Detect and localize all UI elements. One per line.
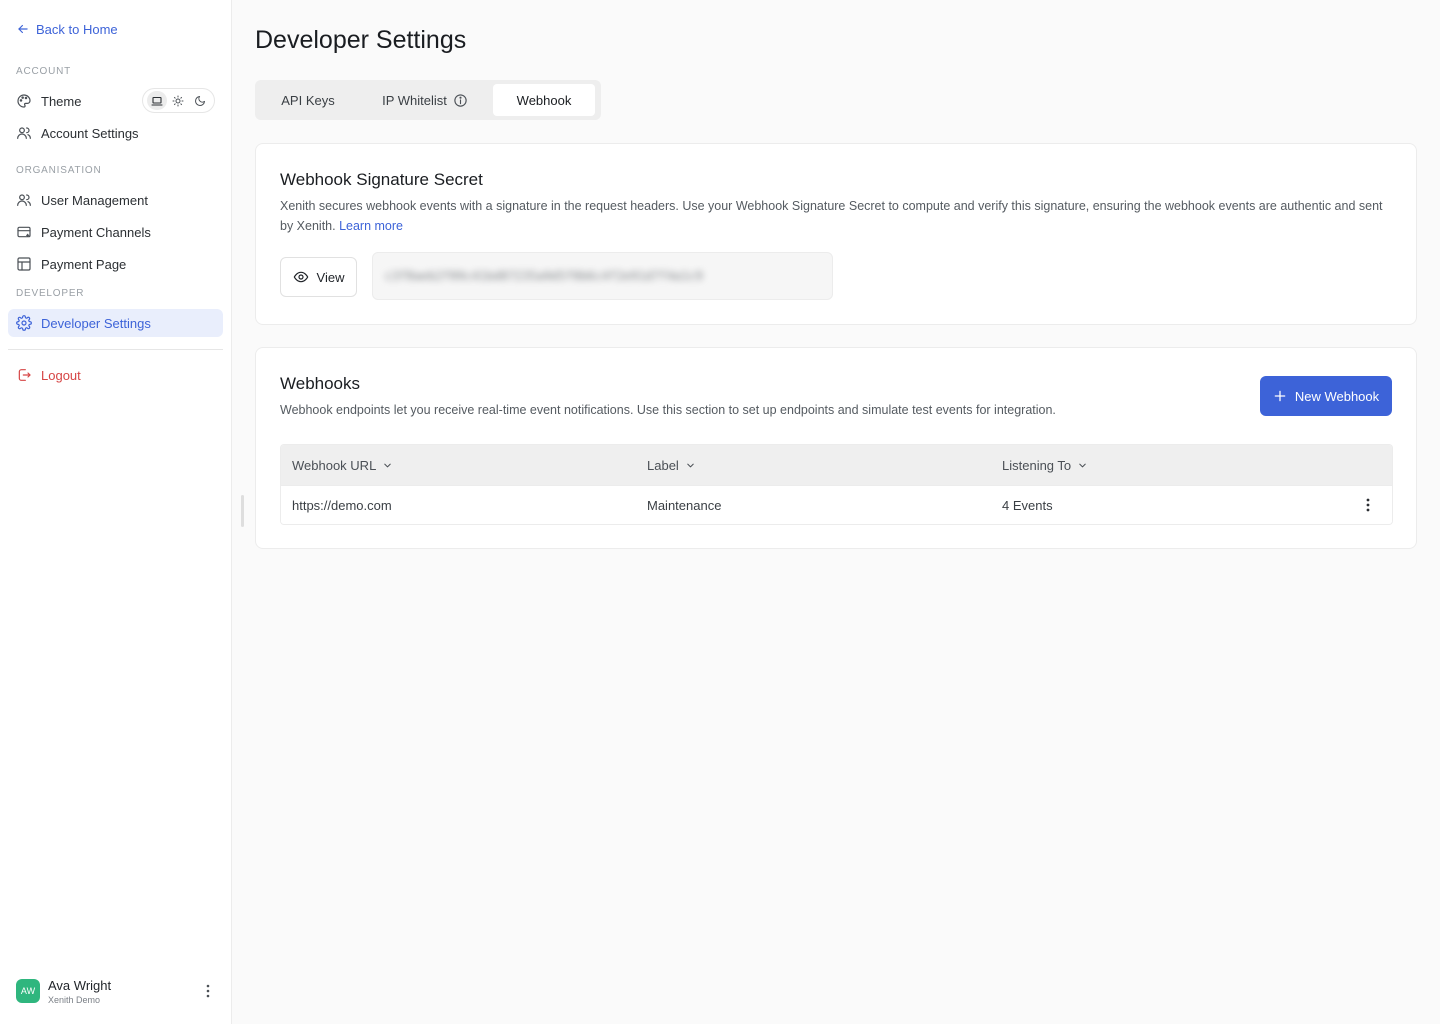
tab-webhook[interactable]: Webhook bbox=[493, 84, 595, 116]
webhooks-table: Webhook URL Label Listening To https://d… bbox=[280, 444, 1393, 525]
section-title-developer: DEVELOPER bbox=[16, 288, 85, 299]
description-text: Xenith secures webhook events with a sig… bbox=[280, 199, 1383, 233]
column-label: Listening To bbox=[1002, 457, 1072, 473]
user-org: Xenith Demo bbox=[48, 994, 101, 1005]
users-icon bbox=[17, 194, 31, 206]
row-menu-button[interactable] bbox=[1360, 497, 1376, 513]
column-header-label[interactable]: Label bbox=[636, 458, 991, 473]
gear-icon bbox=[16, 315, 32, 331]
tab-api-keys[interactable]: API Keys bbox=[259, 84, 357, 116]
sidebar-item-payment-channels[interactable]: Payment Channels bbox=[8, 218, 223, 246]
more-vertical-icon bbox=[206, 984, 210, 998]
laptop-icon bbox=[151, 96, 163, 106]
tab-ip-whitelist[interactable]: IP Whitelist bbox=[357, 84, 493, 116]
view-label: View bbox=[316, 269, 345, 285]
sidebar-item-account-settings[interactable]: Account Settings bbox=[8, 119, 223, 147]
tab-label: Webhook bbox=[516, 92, 572, 108]
column-header-webhook-url[interactable]: Webhook URL bbox=[281, 458, 636, 473]
sidebar-item-user-management[interactable]: User Management bbox=[8, 186, 223, 214]
sidebar-item-label: Payment Page bbox=[41, 256, 127, 272]
learn-more-link[interactable]: Learn more bbox=[339, 219, 403, 233]
theme-option-system[interactable] bbox=[146, 91, 167, 110]
arrow-left-icon bbox=[18, 24, 28, 34]
user-name: Ava Wright bbox=[48, 977, 112, 993]
sidebar-item-logout[interactable]: Logout bbox=[8, 361, 223, 389]
more-vertical-icon bbox=[1366, 498, 1370, 512]
chevron-down-icon bbox=[1079, 463, 1086, 467]
secret-masked-value: c3f8aeb2f09c41bd87235a9d5f0b6c4f2e91d7f4… bbox=[385, 269, 703, 283]
cell-listening-to: 4 Events bbox=[1002, 497, 1053, 513]
chevron-down-icon bbox=[687, 463, 694, 467]
theme-switch bbox=[142, 88, 215, 113]
theme-option-light[interactable] bbox=[168, 91, 188, 110]
signature-secret-description: Xenith secures webhook events with a sig… bbox=[280, 196, 1390, 236]
signature-secret-card: Webhook Signature Secret Xenith secures … bbox=[255, 143, 1417, 325]
webhooks-card: Webhooks Webhook endpoints let you recei… bbox=[255, 347, 1417, 549]
new-webhook-label: New Webhook bbox=[1294, 388, 1380, 404]
secret-value-field: c3f8aeb2f09c41bd87235a9d5f0b6c4f2e91d7f4… bbox=[372, 252, 833, 300]
sidebar: Back to Home ACCOUNT Theme Account Setti… bbox=[0, 0, 232, 1024]
theme-option-dark[interactable] bbox=[190, 91, 210, 110]
wallet-icon bbox=[17, 226, 31, 238]
logout-icon bbox=[18, 369, 31, 381]
sidebar-divider bbox=[8, 349, 223, 350]
table-header: Webhook URL Label Listening To bbox=[281, 445, 1392, 485]
eye-icon bbox=[293, 271, 308, 283]
users-icon bbox=[17, 127, 31, 139]
tab-label: API Keys bbox=[281, 92, 335, 108]
cell-label: Maintenance bbox=[647, 497, 722, 513]
sun-icon bbox=[172, 95, 184, 106]
back-to-home-link[interactable]: Back to Home bbox=[16, 20, 118, 38]
layout-icon bbox=[17, 257, 31, 271]
plus-icon bbox=[1274, 390, 1286, 402]
chevron-down-icon bbox=[384, 463, 392, 467]
column-header-listening-to[interactable]: Listening To bbox=[991, 458, 1346, 473]
new-webhook-button[interactable]: New Webhook bbox=[1260, 376, 1392, 416]
signature-secret-title: Webhook Signature Secret bbox=[280, 170, 483, 189]
row-actions bbox=[1346, 497, 1392, 513]
user-profile: AW Ava Wright Xenith Demo bbox=[16, 976, 216, 1006]
sidebar-item-developer-settings[interactable]: Developer Settings bbox=[8, 309, 223, 337]
user-info: Ava Wright Xenith Demo bbox=[48, 978, 200, 1005]
tab-label: IP Whitelist bbox=[382, 92, 447, 108]
webhooks-title: Webhooks bbox=[280, 374, 361, 393]
sidebar-item-label: Logout bbox=[41, 367, 81, 383]
sidebar-item-label: User Management bbox=[41, 192, 148, 208]
page-title: Developer Settings bbox=[255, 26, 467, 54]
column-label: Webhook URL bbox=[292, 457, 377, 473]
palette-icon bbox=[17, 94, 31, 108]
table-row[interactable]: https://demo.com Maintenance 4 Events bbox=[281, 485, 1392, 524]
view-secret-button[interactable]: View bbox=[280, 257, 357, 297]
sidebar-item-theme: Theme bbox=[8, 87, 138, 115]
section-title-account: ACCOUNT bbox=[16, 66, 72, 77]
sidebar-resize-handle[interactable] bbox=[241, 495, 244, 527]
back-to-home-label: Back to Home bbox=[36, 21, 118, 37]
sidebar-item-label: Payment Channels bbox=[41, 224, 151, 240]
info-icon[interactable] bbox=[453, 93, 468, 108]
user-menu-button[interactable] bbox=[200, 983, 216, 999]
webhooks-description: Webhook endpoints let you receive real-t… bbox=[280, 403, 1056, 417]
settings-tabs: API Keys IP Whitelist Webhook bbox=[255, 80, 601, 120]
avatar: AW bbox=[16, 979, 40, 1003]
moon-icon bbox=[195, 95, 206, 106]
sidebar-item-label: Developer Settings bbox=[41, 315, 151, 331]
section-title-organisation: ORGANISATION bbox=[16, 165, 102, 176]
sidebar-item-payment-page[interactable]: Payment Page bbox=[8, 250, 223, 278]
cell-webhook-url: https://demo.com bbox=[292, 497, 392, 513]
sidebar-item-label: Theme bbox=[41, 93, 82, 109]
sidebar-item-label: Account Settings bbox=[41, 125, 139, 141]
column-label: Label bbox=[647, 457, 679, 473]
